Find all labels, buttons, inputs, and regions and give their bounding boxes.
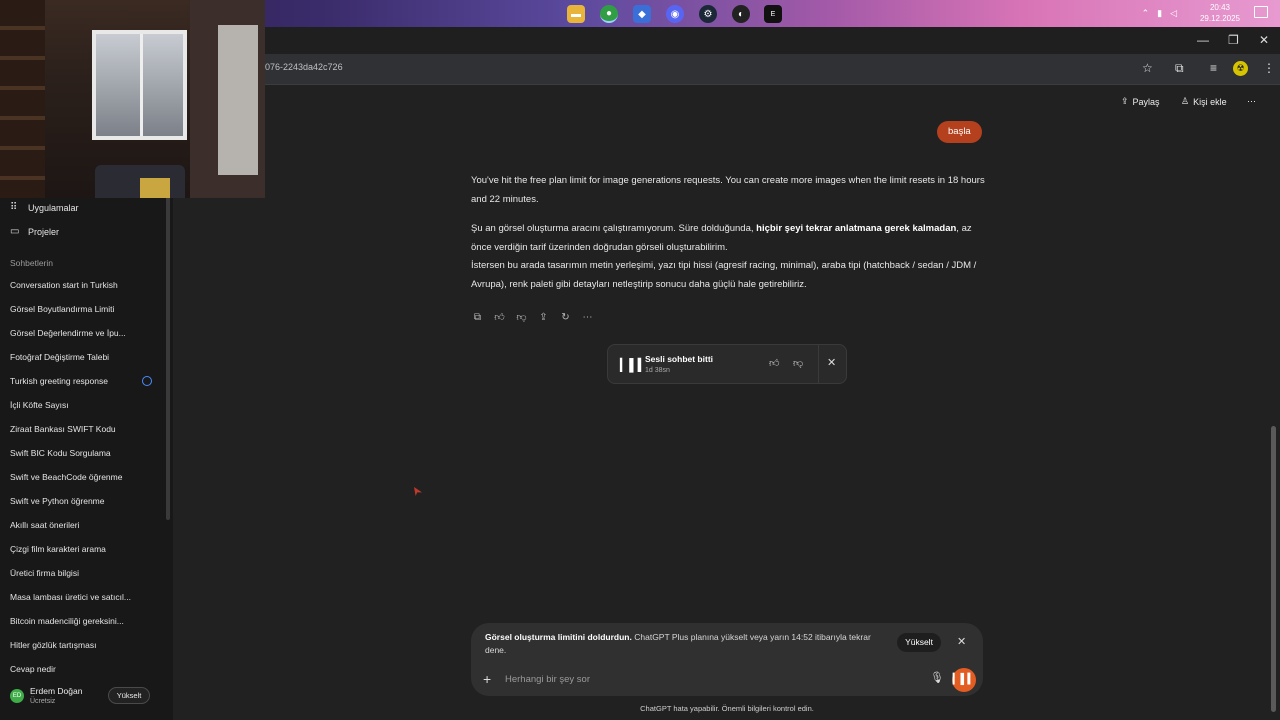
clock[interactable]: 20:43 29.12.2025 <box>1200 2 1240 24</box>
address-bar: 076-2243da42c726 ☆ ⧉ ≡ ☢ ⋮ <box>265 54 1280 84</box>
assistant-message-paragraph: You've hit the free plan limit for image… <box>471 175 985 205</box>
copy-icon[interactable]: ⧉ <box>471 311 484 324</box>
user-profile[interactable]: ED Erdem Doğan Ücretsiz Yükselt <box>0 680 173 720</box>
url-text[interactable]: 076-2243da42c726 <box>265 62 343 72</box>
voice-wave-icon: ▎▌▍ <box>620 358 647 372</box>
chat-history-item[interactable]: Conversation start in Turkish <box>10 280 118 290</box>
chats-section-label: Sohbetlerin <box>10 258 54 268</box>
limit-notice: Görsel oluşturma limitini doldurdun. Cha… <box>485 631 885 657</box>
sidebar-item-label: Projeler <box>28 226 60 237</box>
assistant-message-paragraph: Şu an görsel oluşturma aracını çalıştıra… <box>471 220 986 257</box>
chat-history-item[interactable]: Cevap nedir <box>10 664 56 674</box>
sidebar-item-apps[interactable]: ⠿ Uygulamalar <box>10 202 79 213</box>
chat-history-item[interactable]: Swift ve BeachCode öğrenme <box>10 472 122 482</box>
app-icon[interactable]: ◆ <box>633 5 651 23</box>
share-label: Paylaş <box>1132 96 1160 107</box>
regenerate-icon[interactable]: ↻ <box>559 311 572 324</box>
chat-history-item[interactable]: Swift BIC Kodu Sorgulama <box>10 448 111 458</box>
extensions-icon[interactable]: ⧉ <box>1175 61 1184 76</box>
thumbs-up-icon[interactable]: 👍︎ <box>769 357 779 369</box>
loading-spinner-icon <box>142 376 152 386</box>
webcam-window <box>92 30 187 140</box>
divider <box>818 345 819 383</box>
thumbs-up-icon[interactable]: 👍︎ <box>493 311 506 324</box>
file-explorer-icon[interactable]: ▬ <box>567 5 585 23</box>
upgrade-button[interactable]: Yükselt <box>108 687 150 704</box>
folder-icon: ▭ <box>10 226 20 237</box>
chat-history-item[interactable]: Üretici firma bilgisi <box>10 568 79 578</box>
chat-history-item[interactable]: Ziraat Bankası SWIFT Kodu <box>10 424 116 434</box>
add-person-button[interactable]: ♙ Kişi ekle <box>1181 96 1227 107</box>
clock-time: 20:43 <box>1209 3 1230 12</box>
user-message-bubble: başla <box>937 121 982 143</box>
person-icon: ♙ <box>1181 96 1190 106</box>
voice-mode-button[interactable]: ▎▌▍ <box>952 668 976 692</box>
user-name: Erdem Doğan <box>30 686 83 696</box>
chat-history-item[interactable]: Swift ve Python öğrenme <box>10 496 105 506</box>
webcam-bookshelf <box>0 0 45 198</box>
apps-grid-icon: ⠿ <box>10 202 18 213</box>
share-icon: ⇪ <box>1121 96 1129 106</box>
webcam-door <box>218 25 258 175</box>
upgrade-button[interactable]: Yükselt <box>897 633 941 652</box>
avatar: ED <box>10 689 24 703</box>
browser-title-bar: — ❐ ✕ <box>265 27 1280 54</box>
share-icon[interactable]: ⇪ <box>537 311 550 324</box>
chat-history-item[interactable]: Bitcoin madenciliği gereksini... <box>10 616 124 626</box>
chrome-icon[interactable]: ● <box>600 5 618 23</box>
mouse-cursor-icon <box>414 487 422 496</box>
close-icon[interactable]: ✕ <box>827 356 836 369</box>
limit-notice-bold: Görsel oluşturma limitini doldurdun. <box>485 632 632 642</box>
bookmark-star-icon[interactable]: ☆ <box>1142 61 1153 75</box>
close-icon[interactable]: ✕ <box>957 635 966 648</box>
disclaimer: ChatGPT hata yapabilir. Önemli bilgileri… <box>640 704 814 713</box>
profile-avatar-icon[interactable]: ☢ <box>1233 61 1248 76</box>
microphone-icon[interactable]: 🎙︎ <box>930 671 944 684</box>
more-options-icon[interactable]: ⋯ <box>1247 96 1256 107</box>
assistant-message-paragraph: İstersen bu arada tasarımın metin yerleş… <box>471 260 977 290</box>
chat-history-item[interactable]: Çizgi film karakteri arama <box>10 544 106 554</box>
webcam-box <box>140 178 170 198</box>
share-button[interactable]: ⇪ Paylaş <box>1121 96 1160 107</box>
plus-icon[interactable]: + <box>483 671 491 687</box>
notification-icon[interactable] <box>1254 6 1268 18</box>
message-actions: ⧉ 👍︎ 👎︎ ⇪ ↻ ⋯ <box>471 311 594 324</box>
chat-history-item[interactable]: Görsel Değerlendirme ve İpu... <box>10 328 126 338</box>
thumbs-down-icon[interactable]: 👎︎ <box>793 357 803 369</box>
chat-history-item[interactable]: Akıllı saat önerileri <box>10 520 79 530</box>
webcam-overlay <box>0 0 265 198</box>
assistant-text: Şu an görsel oluşturma aracını çalıştıra… <box>471 223 757 234</box>
minimize-icon[interactable]: — <box>1197 33 1209 47</box>
clock-date: 29.12.2025 <box>1199 14 1240 23</box>
close-window-icon[interactable]: ✕ <box>1259 33 1269 47</box>
main-scrollbar[interactable] <box>1271 426 1276 712</box>
sidebar-item-projects[interactable]: ▭ Projeler <box>10 226 59 237</box>
system-tray[interactable]: ⌃▮◁ <box>1142 8 1185 19</box>
add-person-label: Kişi ekle <box>1193 96 1227 107</box>
user-plan: Ücretsiz <box>30 698 56 705</box>
chat-history-item[interactable]: İçli Köfte Sayısı <box>10 400 69 410</box>
media-icon[interactable]: ≡ <box>1210 61 1217 75</box>
divider <box>265 84 1280 85</box>
epic-games-icon[interactable]: E <box>764 5 782 23</box>
chat-history-item[interactable]: Turkish greeting response <box>10 376 108 386</box>
more-icon[interactable]: ⋯ <box>581 311 594 324</box>
browser-menu-icon[interactable]: ⋮ <box>1263 61 1275 75</box>
chat-history-item[interactable]: Hitler gözlük tartışması <box>10 640 96 650</box>
chat-history-item[interactable]: Fotoğraf Değiştirme Talebi <box>10 352 109 362</box>
assistant-bold-text: hiçbir şeyi tekrar anlatmana gerek kalma… <box>756 223 957 234</box>
voice-card-title: Sesli sohbet bitti <box>645 354 714 364</box>
voice-chat-ended-card: ▎▌▍ Sesli sohbet bitti 1d 38sn 👍︎ 👎︎ ✕ <box>607 344 847 384</box>
voice-card-duration: 1d 38sn <box>645 367 670 374</box>
steam-icon[interactable]: ⚙ <box>699 5 717 23</box>
discord-icon[interactable]: ◉ <box>666 5 684 23</box>
game-icon[interactable]: ◐ <box>732 5 750 23</box>
composer: Görsel oluşturma limitini doldurdun. Cha… <box>471 623 983 696</box>
prompt-input[interactable] <box>505 670 885 688</box>
thumbs-down-icon[interactable]: 👎︎ <box>515 311 528 324</box>
sidebar-item-label: Uygulamalar <box>28 202 79 213</box>
chat-history-item[interactable]: Masa lambası üretici ve satıcıl... <box>10 592 131 602</box>
restore-icon[interactable]: ❐ <box>1228 33 1239 47</box>
chat-history-item[interactable]: Görsel Boyutlandırma Limiti <box>10 304 114 314</box>
